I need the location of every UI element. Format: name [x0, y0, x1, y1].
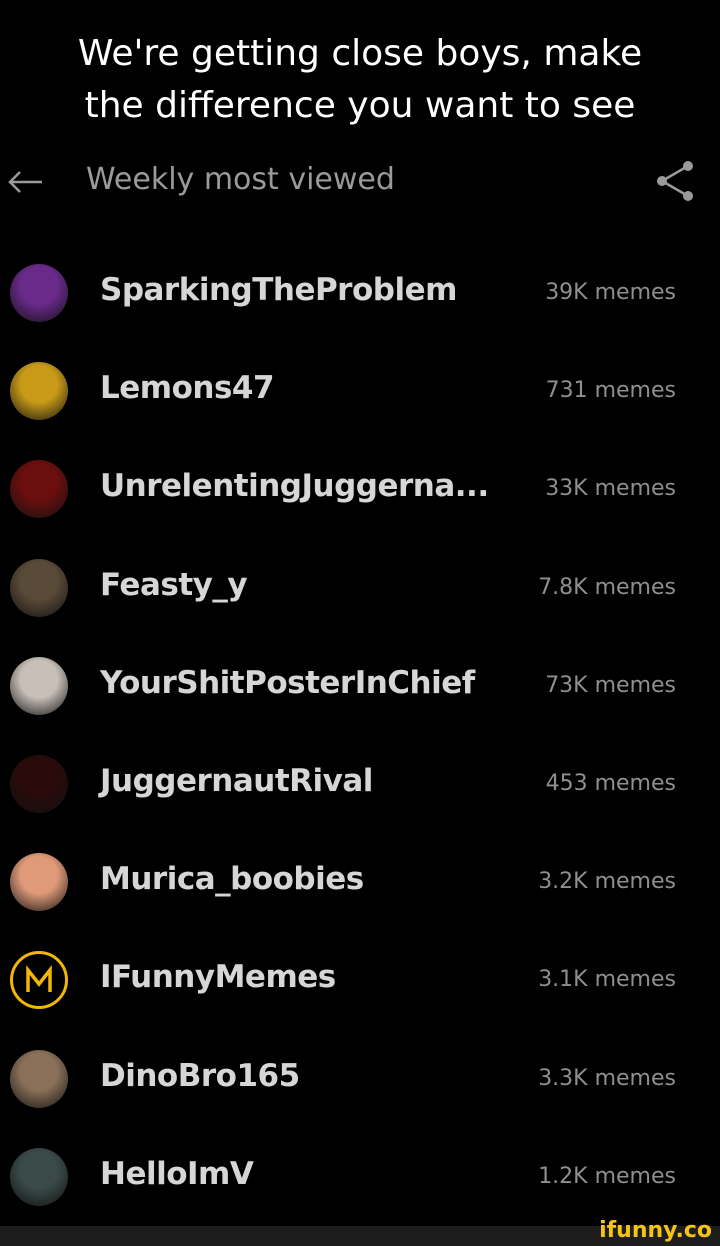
page-title: Weekly most viewed	[86, 162, 395, 197]
list-item[interactable]: Murica_boobies 3.2K memes	[0, 835, 720, 933]
share-button[interactable]	[652, 158, 698, 204]
avatar[interactable]	[10, 558, 68, 617]
username[interactable]: IFunnyMemes	[100, 959, 336, 995]
username[interactable]: JuggernautRival	[100, 763, 373, 799]
username[interactable]: UnrelentingJuggerna...	[100, 468, 489, 504]
caption-line-1: We're getting close boys, make	[77, 33, 643, 74]
avatar[interactable]	[10, 754, 68, 813]
meme-count: 73K memes	[545, 672, 676, 698]
username[interactable]: Feasty_y	[100, 567, 248, 603]
avatar[interactable]	[10, 656, 68, 715]
user-list: SparkingTheProblem 39K memes Lemons47 731 m…	[0, 246, 720, 1228]
top-bar: Weekly most viewed	[0, 150, 720, 216]
meme-count: 3.1K memes	[538, 967, 676, 993]
list-item[interactable]: Lemons47 731 memes	[0, 344, 720, 442]
username[interactable]: HelloImV	[100, 1156, 254, 1192]
avatar[interactable]	[10, 853, 68, 912]
avatar[interactable]	[10, 951, 68, 1010]
meme-count: 39K memes	[545, 280, 676, 305]
arrow-left-icon	[8, 171, 42, 193]
avatar[interactable]	[10, 1147, 68, 1206]
username[interactable]: Murica_boobies	[100, 861, 364, 897]
footer-bar: ifunny.co	[0, 1218, 720, 1246]
list-item[interactable]: IFunnyMemes 3.1K memes	[0, 933, 720, 1031]
username[interactable]: SparkingTheProblem	[100, 272, 457, 308]
ifunny-watermark: ifunny.co	[599, 1218, 712, 1243]
avatar[interactable]	[10, 362, 68, 421]
list-item[interactable]: SparkingTheProblem 39K memes	[0, 246, 720, 344]
list-item[interactable]: Feasty_y 7.8K memes	[0, 541, 720, 639]
list-item[interactable]: DinoBro165 3.3K memes	[0, 1032, 720, 1130]
username[interactable]: DinoBro165	[100, 1058, 300, 1094]
meme-count: 1.2K memes	[538, 1163, 676, 1189]
username[interactable]: YourShitPosterInChief	[100, 665, 475, 701]
back-button[interactable]	[6, 162, 46, 202]
avatar[interactable]	[10, 264, 68, 322]
list-item[interactable]: HelloImV 1.2K memes	[0, 1130, 720, 1228]
share-icon	[657, 161, 693, 201]
avatar[interactable]	[10, 460, 68, 519]
meme-count: 7.8K memes	[538, 574, 676, 600]
meme-caption: We're getting close boys, make the diffe…	[0, 28, 720, 132]
meme-count: 33K memes	[545, 476, 676, 502]
meme-count: 3.3K memes	[538, 1065, 676, 1091]
caption-line-2: the difference you want to see	[84, 85, 636, 126]
username[interactable]: Lemons47	[100, 370, 275, 406]
meme-count: 731 memes	[545, 378, 676, 404]
meme-count: 453 memes	[545, 770, 676, 796]
list-item[interactable]: YourShitPosterInChief 73K memes	[0, 639, 720, 737]
avatar[interactable]	[10, 1049, 68, 1108]
list-item[interactable]: JuggernautRival 453 memes	[0, 737, 720, 835]
meme-count: 3.2K memes	[538, 869, 676, 895]
list-item[interactable]: UnrelentingJuggerna... 33K memes	[0, 442, 720, 540]
